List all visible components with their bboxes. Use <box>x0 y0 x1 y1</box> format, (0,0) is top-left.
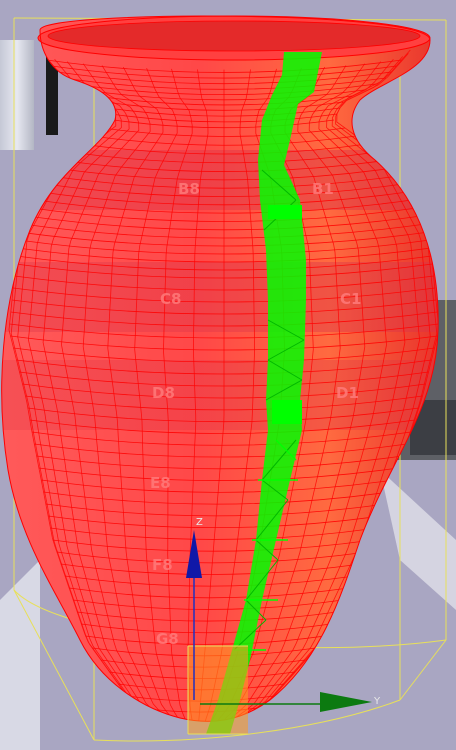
uv-band-c <box>1 262 439 332</box>
uv-label-b8: B8 <box>178 180 200 198</box>
3d-viewport[interactable]: B8 B1 C8 C1 D8 D1 E8 F8 G8 Z Y <box>0 0 456 750</box>
gizmo-z-label: Z <box>196 517 203 528</box>
uv-label-f8: F8 <box>152 556 173 574</box>
uv-label-d1: D1 <box>336 384 359 402</box>
vase-rim-inner <box>47 20 421 52</box>
uv-label-b1: B1 <box>312 180 334 198</box>
uv-label-c1: C1 <box>340 290 361 308</box>
uv-band-d <box>1 360 439 430</box>
uv-label-c8: C8 <box>160 290 181 308</box>
uv-label-d8: D8 <box>152 384 175 402</box>
viewport-scene[interactable]: B8 B1 C8 C1 D8 D1 E8 F8 G8 Z Y <box>0 0 456 750</box>
gizmo-plane-handle[interactable] <box>188 646 248 734</box>
gizmo-y-label: Y <box>373 696 381 707</box>
uv-label-e8: E8 <box>150 474 171 492</box>
uv-label-g8: G8 <box>156 630 179 648</box>
